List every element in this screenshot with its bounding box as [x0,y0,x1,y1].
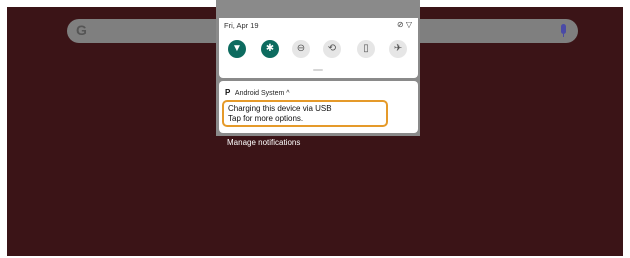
quick-settings-panel: Fri, Apr 19 ⊘ ▽ ▼ ✱ ⊖ ⟲ ▯ ✈ [219,18,418,78]
drag-handle[interactable] [313,69,323,71]
do-not-disturb-icon: ⊖ [296,43,306,54]
wifi-tile[interactable]: ▼ [228,40,246,58]
expand-chevron-icon[interactable]: ^ [286,90,289,97]
notification-content[interactable]: Charging this device via USB Tap for mor… [222,100,388,127]
bluetooth-icon: ✱ [265,43,275,54]
qs-date: Fri, Apr 19 [224,21,259,30]
battery-saver-tile[interactable]: ▯ [357,40,375,58]
airplane-mode-tile[interactable]: ✈ [389,40,407,58]
do-not-disturb-tile[interactable]: ⊖ [292,40,310,58]
android-system-icon: P [225,88,231,97]
notification-text: Tap for more options. [228,114,304,123]
battery-saver-icon: ▯ [363,43,369,54]
auto-rotate-icon: ⟲ [327,43,337,54]
usb-charging-notification[interactable]: P Android System ^ Charging this device … [219,81,418,133]
bluetooth-tile[interactable]: ✱ [261,40,279,58]
manage-notifications-button[interactable]: Manage notifications [227,138,300,147]
notification-app-name: Android System [234,90,285,97]
google-logo-icon: G [76,22,87,38]
airplane-mode-icon: ✈ [393,43,403,54]
auto-rotate-tile[interactable]: ⟲ [323,40,341,58]
notification-header: P Android System ^ [225,88,290,97]
status-icons: ⊘ ▽ [396,20,412,29]
mic-icon[interactable] [561,24,566,37]
wifi-icon: ▼ [232,43,242,54]
notification-title: Charging this device via USB [228,104,332,113]
